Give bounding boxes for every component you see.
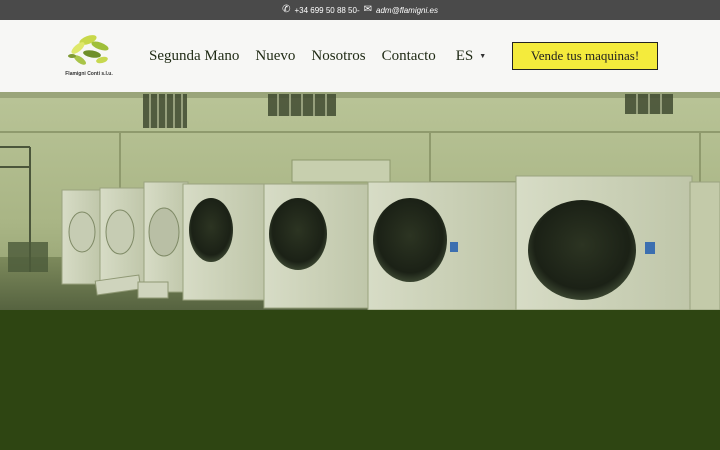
phone-number[interactable]: +34 699 50 88 50- [294,6,359,15]
sell-machines-button[interactable]: Vende tus maquinas! [512,42,658,70]
email-link[interactable]: adm@flamigni.es [376,6,438,15]
logo[interactable]: Flamigni Conti s.l.u. [58,30,118,82]
phone-icon: ✆ [282,4,291,15]
language-selector[interactable]: ES ▼ [456,48,486,65]
main-nav: Segunda Mano Nuevo Nosotros Contacto ES … [149,20,502,92]
nav-contacto[interactable]: Contacto [382,48,436,65]
logo-mark [68,35,109,65]
language-label: ES [455,47,474,64]
caret-down-icon: ▼ [479,52,487,60]
content-section [0,310,720,450]
nav-nosotros[interactable]: Nosotros [311,48,365,65]
nav-segunda-mano[interactable]: Segunda Mano [149,48,239,65]
nav-nuevo[interactable]: Nuevo [255,48,295,65]
logo-text: Flamigni Conti s.l.u. [65,71,113,77]
hero-image [0,92,720,310]
contact-bar: ✆ +34 699 50 88 50- ✉ adm@flamigni.es [0,0,720,20]
site-header: Flamigni Conti s.l.u. Segunda Mano Nuevo… [0,20,720,92]
mail-icon: ✉ [363,4,373,15]
